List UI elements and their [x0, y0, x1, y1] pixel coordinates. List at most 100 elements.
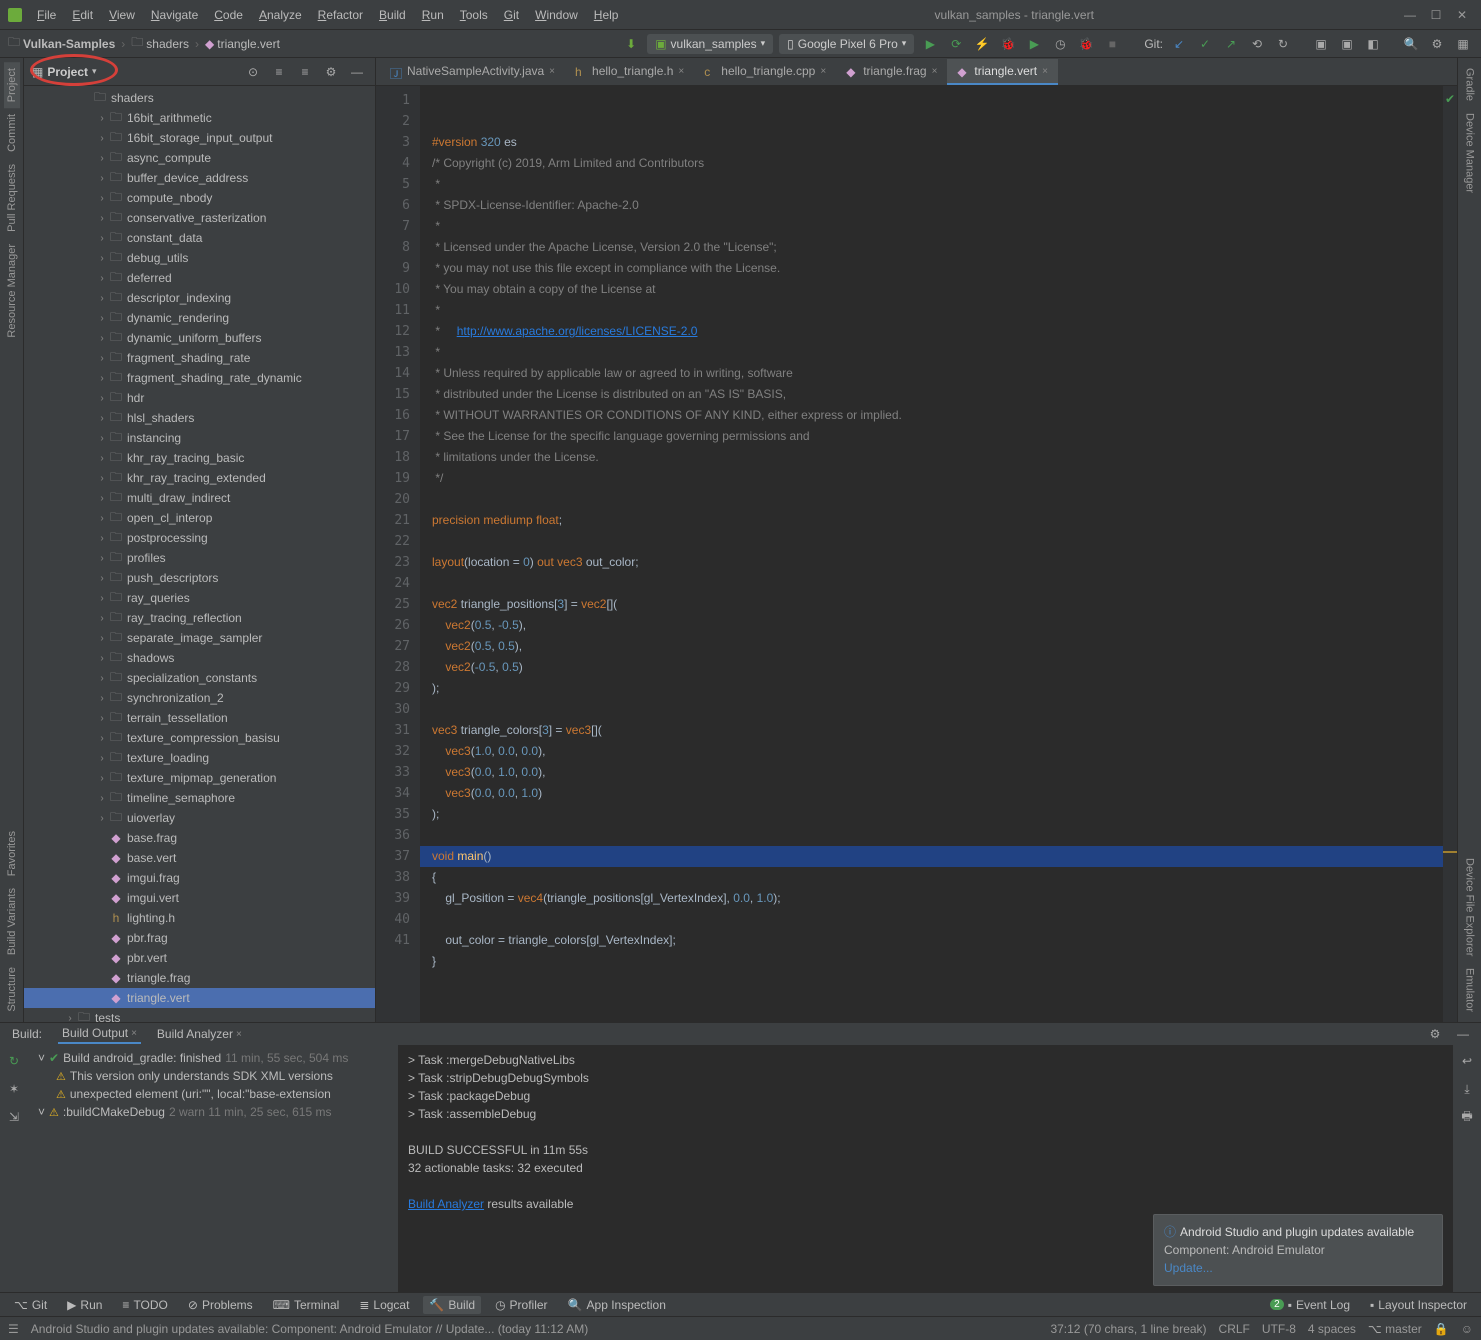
- side-tool-resource-manager[interactable]: Resource Manager: [4, 238, 20, 344]
- menu-edit[interactable]: Edit: [65, 5, 100, 25]
- run-config-selector[interactable]: ▣ vulkan_samples ▾: [647, 34, 773, 54]
- make-project-icon[interactable]: ⬇: [621, 34, 641, 54]
- git-branch[interactable]: ⌥ master: [1368, 1322, 1422, 1336]
- menu-navigate[interactable]: Navigate: [144, 5, 205, 25]
- tree-node[interactable]: ›🗀push_descriptors: [24, 568, 375, 588]
- tree-node[interactable]: hlighting.h: [24, 908, 375, 928]
- tool-window-app-inspection[interactable]: 🔍App Inspection: [562, 1296, 672, 1314]
- git-rollback-icon[interactable]: ↻: [1273, 34, 1293, 54]
- side-tool-project[interactable]: Project: [4, 62, 20, 108]
- tree-node[interactable]: ◆base.frag: [24, 828, 375, 848]
- editor-body[interactable]: 1234567891011121314151617181920212223242…: [376, 86, 1457, 1022]
- tree-node[interactable]: ◆triangle.frag: [24, 968, 375, 988]
- build-tree-row[interactable]: ⚠This version only understands SDK XML v…: [34, 1067, 392, 1085]
- tree-node[interactable]: ›🗀dynamic_rendering: [24, 308, 375, 328]
- side-tool-structure[interactable]: Structure: [4, 961, 20, 1018]
- breadcrumb-item[interactable]: 🗀 shaders: [131, 33, 189, 54]
- tree-node[interactable]: ›🗀debug_utils: [24, 248, 375, 268]
- git-history-icon[interactable]: ⟲: [1247, 34, 1267, 54]
- build-tab[interactable]: Build:: [8, 1025, 46, 1043]
- tree-node[interactable]: ›🗀16bit_arithmetic: [24, 108, 375, 128]
- side-tool-device-file-explorer[interactable]: Device File Explorer: [1462, 852, 1478, 962]
- tool-window-terminal[interactable]: ⌨Terminal: [267, 1296, 346, 1314]
- tree-node[interactable]: ›🗀16bit_storage_input_output: [24, 128, 375, 148]
- tree-node[interactable]: ◆triangle.vert: [24, 988, 375, 1008]
- build-analyzer-link[interactable]: Build Analyzer: [408, 1197, 484, 1211]
- tree-node[interactable]: ›🗀separate_image_sampler: [24, 628, 375, 648]
- close-tab-icon[interactable]: ×: [820, 66, 826, 77]
- device-selector[interactable]: ▯ Google Pixel 6 Pro ▾: [779, 34, 914, 54]
- tree-node[interactable]: ›🗀texture_mipmap_generation: [24, 768, 375, 788]
- editor-tab[interactable]: 🄹NativeSampleActivity.java×: [380, 59, 565, 85]
- build-tree-row[interactable]: ⚠unexpected element (uri:"", local:"base…: [34, 1085, 392, 1103]
- project-view-dropdown[interactable]: ▾: [92, 66, 97, 77]
- tree-node[interactable]: ◆imgui.vert: [24, 888, 375, 908]
- menu-file[interactable]: File: [30, 5, 63, 25]
- code-editor[interactable]: #version 320 es/* Copyright (c) 2019, Ar…: [420, 86, 1457, 1022]
- memory-indicator-icon[interactable]: ☺: [1461, 1322, 1473, 1336]
- apply-changes-and-restart-icon[interactable]: ⟳: [946, 34, 966, 54]
- tool-window-profiler[interactable]: ◷Profiler: [489, 1296, 554, 1314]
- editor-tab[interactable]: chello_triangle.cpp×: [694, 59, 836, 85]
- filter-icon[interactable]: ✶: [4, 1079, 24, 1099]
- tree-node[interactable]: ›🗀buffer_device_address: [24, 168, 375, 188]
- tree-node[interactable]: ›🗀terrain_tessellation: [24, 708, 375, 728]
- tool-window-layout-inspector[interactable]: ▪Layout Inspector: [1364, 1296, 1473, 1314]
- status-message[interactable]: Android Studio and plugin updates availa…: [31, 1322, 588, 1336]
- line-separator[interactable]: CRLF: [1219, 1322, 1250, 1336]
- tree-node[interactable]: ›🗀postprocessing: [24, 528, 375, 548]
- menu-build[interactable]: Build: [372, 5, 413, 25]
- maximize-button[interactable]: ☐: [1429, 8, 1443, 22]
- tree-node[interactable]: ◆pbr.vert: [24, 948, 375, 968]
- build-tree-row[interactable]: ˅⚠:buildCMakeDebug 2 warn 11 min, 25 sec…: [34, 1103, 392, 1121]
- menu-refactor[interactable]: Refactor: [311, 5, 370, 25]
- editor-tab[interactable]: ◆triangle.frag×: [836, 59, 947, 85]
- git-update-icon[interactable]: ↙: [1169, 34, 1189, 54]
- tree-node[interactable]: 🗀shaders: [24, 88, 375, 108]
- hide-panel-icon[interactable]: —: [347, 62, 367, 82]
- menu-window[interactable]: Window: [528, 5, 585, 25]
- project-tree[interactable]: 🗀shaders›🗀16bit_arithmetic›🗀16bit_storag…: [24, 86, 375, 1022]
- build-tab[interactable]: Build Analyzer ×: [153, 1025, 246, 1043]
- side-tool-gradle[interactable]: Gradle: [1462, 62, 1478, 107]
- close-tab-icon[interactable]: ×: [1042, 66, 1048, 77]
- side-tool-device-manager[interactable]: Device Manager: [1462, 107, 1478, 199]
- tree-node[interactable]: ›🗀open_cl_interop: [24, 508, 375, 528]
- tree-node[interactable]: ›🗀ray_tracing_reflection: [24, 608, 375, 628]
- menu-view[interactable]: View: [102, 5, 142, 25]
- build-output[interactable]: > Task :mergeDebugNativeLibs> Task :stri…: [398, 1045, 1453, 1292]
- tool-window-build[interactable]: 🔨Build: [423, 1296, 481, 1314]
- tool-window-event-log[interactable]: 2 ▪Event Log: [1264, 1296, 1356, 1314]
- resource-manager-icon[interactable]: ◧: [1363, 34, 1383, 54]
- rerun-build-icon[interactable]: ↻: [4, 1051, 24, 1071]
- breadcrumb-item[interactable]: 🗀 Vulkan-Samples: [8, 33, 115, 54]
- tree-node[interactable]: ›🗀hlsl_shaders: [24, 408, 375, 428]
- build-tab[interactable]: Build Output ×: [58, 1024, 141, 1044]
- tree-node[interactable]: ›🗀conservative_rasterization: [24, 208, 375, 228]
- debug-icon[interactable]: 🐞: [998, 34, 1018, 54]
- search-everywhere-icon[interactable]: 🔍: [1401, 34, 1421, 54]
- menu-analyze[interactable]: Analyze: [252, 5, 309, 25]
- print-icon[interactable]: 🖶: [1457, 1107, 1477, 1127]
- tree-node[interactable]: ›🗀deferred: [24, 268, 375, 288]
- scroll-to-end-icon[interactable]: ⤓: [1457, 1079, 1477, 1099]
- attach-debugger-icon[interactable]: 🐞: [1076, 34, 1096, 54]
- tree-node[interactable]: ›🗀fragment_shading_rate_dynamic: [24, 368, 375, 388]
- gutter[interactable]: 1234567891011121314151617181920212223242…: [376, 86, 420, 1022]
- breadcrumb-item[interactable]: ◆ triangle.vert: [205, 37, 280, 51]
- menu-tools[interactable]: Tools: [453, 5, 495, 25]
- expand-all-icon[interactable]: ≡: [269, 62, 289, 82]
- tree-node[interactable]: ›🗀uioverlay: [24, 808, 375, 828]
- tree-node[interactable]: ›🗀dynamic_uniform_buffers: [24, 328, 375, 348]
- build-tree[interactable]: ˅✔Build android_gradle: finished 11 min,…: [28, 1045, 398, 1292]
- run-icon[interactable]: ▶: [920, 34, 940, 54]
- expand-tree-icon[interactable]: ⇲: [4, 1107, 24, 1127]
- tree-node[interactable]: ›🗀tests: [24, 1008, 375, 1022]
- tool-window-problems[interactable]: ⊘Problems: [182, 1296, 259, 1314]
- notification-update-link[interactable]: Update...: [1164, 1259, 1432, 1277]
- tree-node[interactable]: ›🗀hdr: [24, 388, 375, 408]
- tree-node[interactable]: ›🗀constant_data: [24, 228, 375, 248]
- settings-icon[interactable]: ⚙: [1427, 34, 1447, 54]
- tool-window-git[interactable]: ⌥Git: [8, 1296, 53, 1314]
- file-encoding[interactable]: UTF-8: [1262, 1322, 1296, 1336]
